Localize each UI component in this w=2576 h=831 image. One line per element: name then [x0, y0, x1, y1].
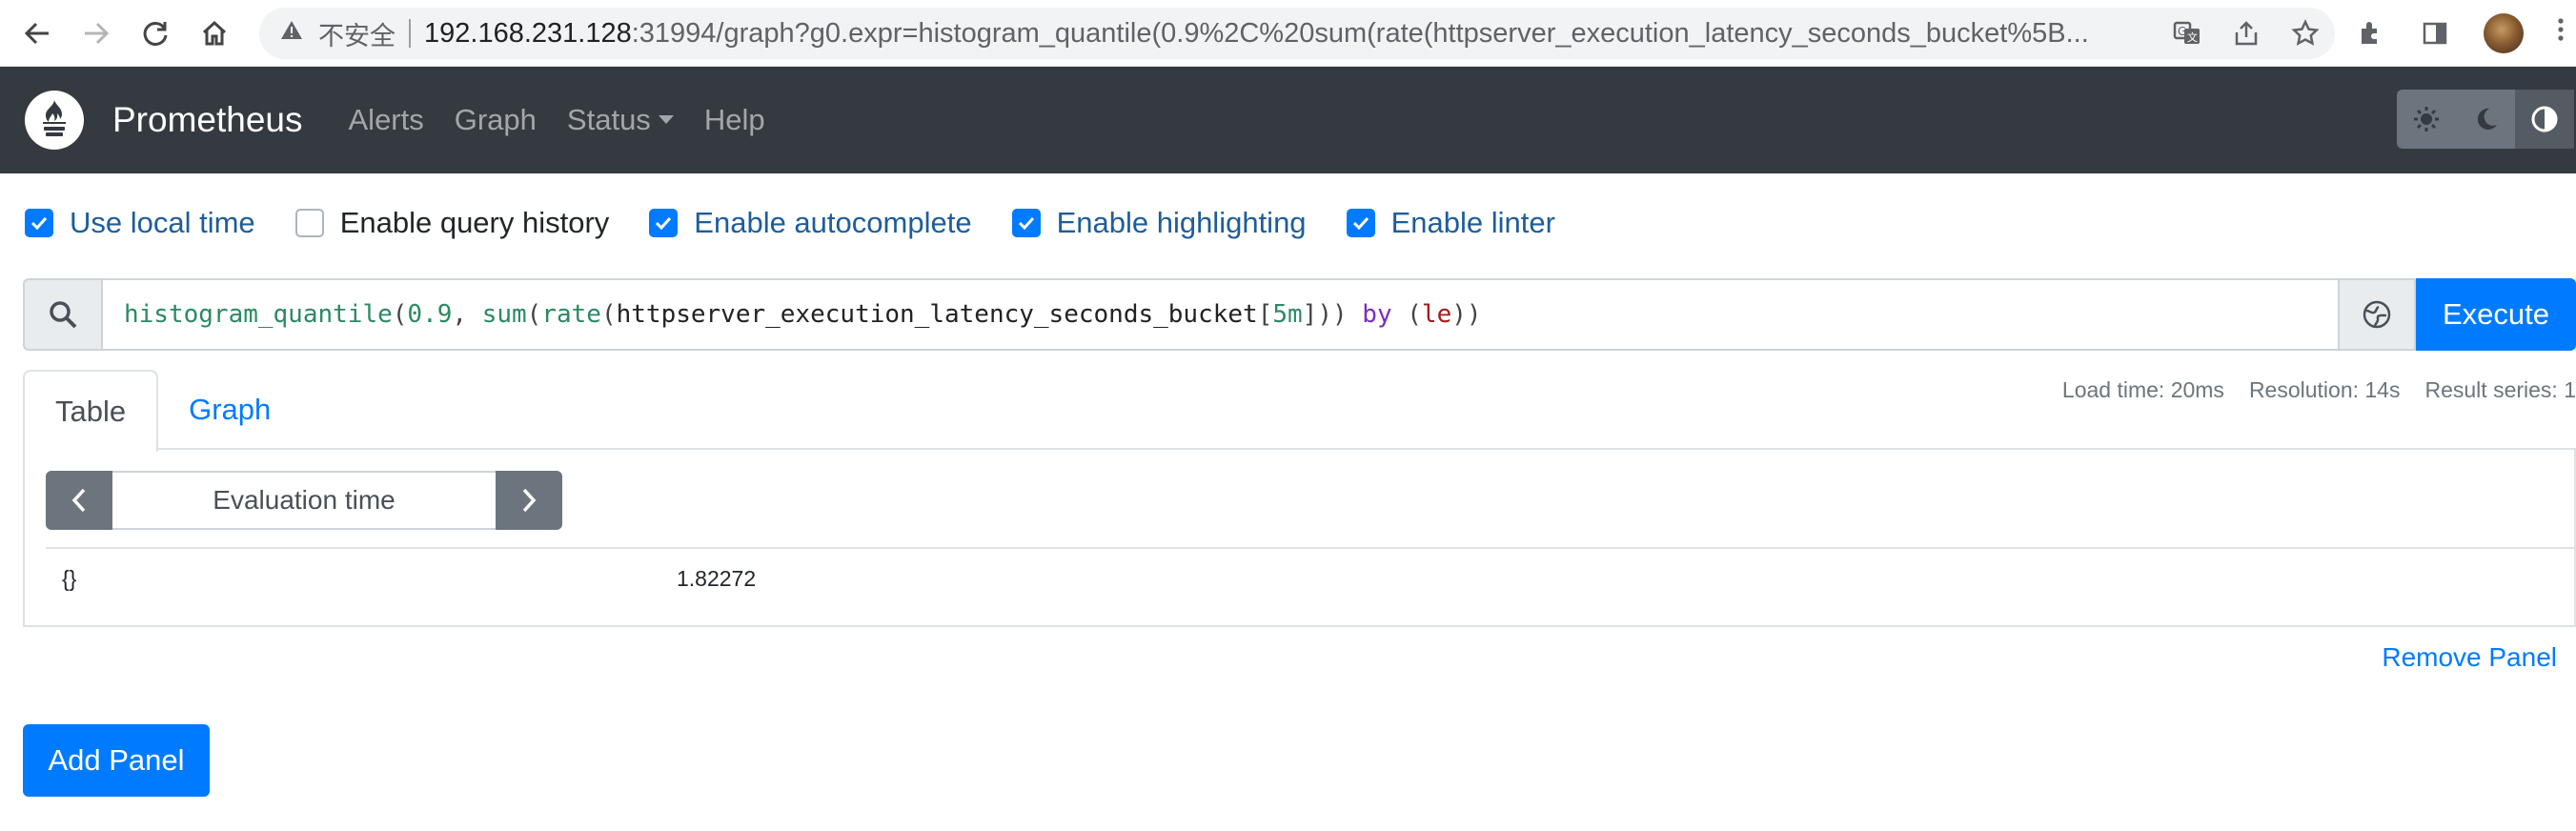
nav-alerts[interactable]: Alerts	[349, 103, 424, 137]
option-enable-query-history[interactable]: Enable query history	[294, 206, 610, 240]
expr-token-function: sum	[481, 300, 527, 329]
nav-status-dropdown[interactable]: Status	[567, 103, 674, 137]
url-text[interactable]: 192.168.231.128:31994/graph?g0.expr=hist…	[424, 18, 2140, 50]
evaluation-time-control: Evaluation time	[46, 471, 562, 530]
brand-title[interactable]: Prometheus	[112, 100, 303, 140]
share-icon[interactable]	[2230, 17, 2262, 50]
enable-linter-label[interactable]: Enable linter	[1391, 206, 1555, 240]
chevron-left-icon	[71, 488, 86, 513]
use-local-time-label[interactable]: Use local time	[70, 206, 255, 240]
app-navbar: Prometheus Alerts Graph Status Help	[0, 67, 2576, 173]
arrow-right-icon	[85, 22, 110, 44]
home-button[interactable]	[191, 10, 238, 57]
expr-token-label: le	[1421, 300, 1452, 329]
divider	[409, 19, 411, 48]
option-use-local-time[interactable]: Use local time	[25, 206, 255, 240]
resolution: Resolution: 14s	[2248, 377, 2401, 402]
bookmark-star-icon[interactable]	[2289, 17, 2322, 50]
expr-token-function: rate	[541, 300, 601, 329]
nav-graph[interactable]: Graph	[455, 103, 537, 137]
table-panel: Evaluation time {} 1.82272	[23, 448, 2576, 627]
moon-icon	[2477, 108, 2497, 130]
back-button[interactable]	[13, 10, 61, 57]
arrow-left-icon	[24, 22, 49, 44]
url-host: 192.168.231.128	[424, 17, 632, 49]
eval-time-back-button[interactable]	[46, 471, 112, 530]
sun-icon	[2414, 107, 2439, 132]
checkmark-icon	[1352, 216, 1369, 230]
checkmark-icon	[656, 216, 672, 230]
query-options: Use local time Enable query history Enab…	[25, 206, 1595, 240]
load-time: Load time: 20ms	[2061, 377, 2224, 402]
execute-button[interactable]: Execute	[2416, 278, 2576, 351]
contrast-icon	[2531, 106, 2558, 132]
auto-theme-button[interactable]	[2515, 90, 2574, 149]
address-bar[interactable]: 不安全 192.168.231.128:31994/graph?g0.expr=…	[259, 8, 2335, 59]
enable-highlighting-checkbox[interactable]	[1011, 209, 1041, 237]
dark-theme-button[interactable]	[2456, 90, 2515, 149]
extensions-icon[interactable]	[2354, 17, 2386, 50]
enable-query-history-checkbox[interactable]	[294, 209, 324, 237]
enable-highlighting-label[interactable]: Enable highlighting	[1057, 206, 1307, 240]
warning-icon	[280, 19, 303, 49]
insecure-label: 不安全	[318, 21, 396, 51]
metrics-explorer-button[interactable]	[2338, 278, 2416, 351]
tab-table[interactable]: Table	[23, 370, 159, 452]
search-prefix	[23, 278, 103, 351]
add-panel-button[interactable]: Add Panel	[23, 724, 210, 797]
checkmark-icon	[30, 216, 48, 230]
option-enable-highlighting[interactable]: Enable highlighting	[1011, 206, 1307, 240]
checkmark-icon	[1018, 216, 1034, 230]
expr-token-function: histogram_quantile	[124, 300, 393, 329]
reload-icon	[143, 21, 168, 46]
profile-avatar[interactable]	[2484, 13, 2524, 53]
browser-toolbar: 不安全 192.168.231.128:31994/graph?g0.expr=…	[0, 0, 2576, 67]
caret-down-icon	[658, 115, 674, 124]
chevron-right-icon	[522, 488, 537, 513]
home-icon	[202, 20, 227, 45]
tab-graph[interactable]: Graph	[158, 370, 301, 450]
option-enable-autocomplete[interactable]: Enable autocomplete	[649, 206, 972, 240]
theme-toggle-group	[2397, 90, 2576, 149]
menu-kebab-icon[interactable]	[2556, 15, 2566, 51]
result-labels: {}	[62, 565, 77, 591]
enable-autocomplete-checkbox[interactable]	[649, 209, 679, 237]
remove-panel-link[interactable]: Remove Panel	[2382, 642, 2557, 673]
enable-linter-checkbox[interactable]	[1346, 209, 1375, 237]
evaluation-time-input[interactable]: Evaluation time	[112, 471, 496, 530]
side-panel-icon[interactable]	[2419, 17, 2451, 50]
enable-autocomplete-label[interactable]: Enable autocomplete	[694, 206, 971, 240]
table-row: {} 1.82272	[46, 549, 2576, 608]
expr-token-metric: httpserver_execution_latency_seconds_buc…	[616, 300, 1258, 329]
nav-status-label: Status	[566, 103, 651, 136]
panel-tabs: Table Graph	[23, 370, 301, 452]
nav-help[interactable]: Help	[704, 103, 765, 137]
expr-token-duration: 5m	[1272, 300, 1303, 329]
expr-token-number: 0.9	[407, 300, 453, 329]
expression-bar: histogram_quantile(0.9, sum(rate(httpser…	[23, 278, 2576, 351]
result-value: 1.82272	[677, 565, 757, 591]
light-theme-button[interactable]	[2397, 90, 2456, 149]
expr-token-keyword: by	[1362, 300, 1392, 329]
option-enable-linter[interactable]: Enable linter	[1346, 206, 1555, 240]
use-local-time-checkbox[interactable]	[25, 209, 53, 237]
svg-text:文: 文	[2187, 30, 2198, 44]
translate-icon[interactable]: G文	[2171, 17, 2203, 50]
eval-time-forward-button[interactable]	[496, 471, 562, 530]
reload-button[interactable]	[132, 10, 179, 57]
expression-input[interactable]: histogram_quantile(0.9, sum(rate(httpser…	[103, 278, 2338, 351]
forward-button[interactable]	[72, 10, 120, 57]
prometheus-logo-icon[interactable]	[25, 91, 84, 150]
result-series: Result series: 1	[2424, 377, 2576, 402]
url-path: :31994/graph?g0.expr=histogram_quantile(…	[631, 17, 2089, 49]
enable-query-history-label[interactable]: Enable query history	[340, 206, 610, 240]
panel-stats: Load time: 20ms Resolution: 14s Result s…	[2062, 377, 2576, 403]
search-icon	[50, 301, 77, 329]
globe-icon	[2363, 300, 2391, 329]
